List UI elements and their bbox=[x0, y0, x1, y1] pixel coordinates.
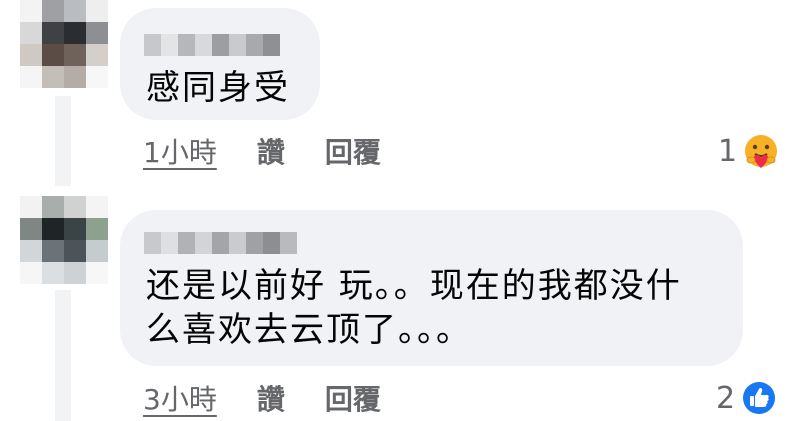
comment-bubble[interactable]: 还是以前好 玩。。现在的我都没什 么喜欢去云顶了。。。 bbox=[120, 210, 743, 366]
reply-button[interactable]: 回覆 bbox=[325, 131, 381, 171]
thread-line bbox=[55, 290, 71, 421]
avatar[interactable] bbox=[20, 196, 108, 284]
comment-text-line-2: 么喜欢去云顶了。。。 bbox=[146, 310, 472, 350]
timestamp-link[interactable]: 3小時 bbox=[143, 378, 217, 418]
reply-button[interactable]: 回覆 bbox=[325, 378, 381, 418]
comment-bubble[interactable]: 感同身受 bbox=[120, 8, 320, 120]
timestamp-link[interactable]: 1小時 bbox=[143, 131, 217, 171]
comment-text-line-1: 还是以前好 玩。。现在的我都没什 bbox=[146, 266, 682, 306]
avatar[interactable] bbox=[20, 0, 108, 88]
care-emoji-icon bbox=[745, 135, 778, 168]
comment-actions: 1小時 讚 回覆 bbox=[143, 131, 381, 171]
author-name-blurred[interactable] bbox=[144, 232, 297, 254]
like-button[interactable]: 讚 bbox=[257, 131, 285, 171]
comment-actions: 3小時 讚 回覆 bbox=[143, 378, 381, 418]
like-button[interactable]: 讚 bbox=[257, 378, 285, 418]
comment-text: 感同身受 bbox=[146, 68, 290, 108]
reaction-summary[interactable]: 1 bbox=[718, 131, 779, 171]
author-name-blurred[interactable] bbox=[144, 34, 280, 56]
like-thumb-icon bbox=[743, 382, 776, 414]
reaction-count: 2 bbox=[716, 380, 736, 416]
reaction-count: 1 bbox=[718, 133, 738, 169]
thread-line bbox=[55, 96, 71, 186]
reaction-summary[interactable]: 2 bbox=[716, 378, 777, 418]
